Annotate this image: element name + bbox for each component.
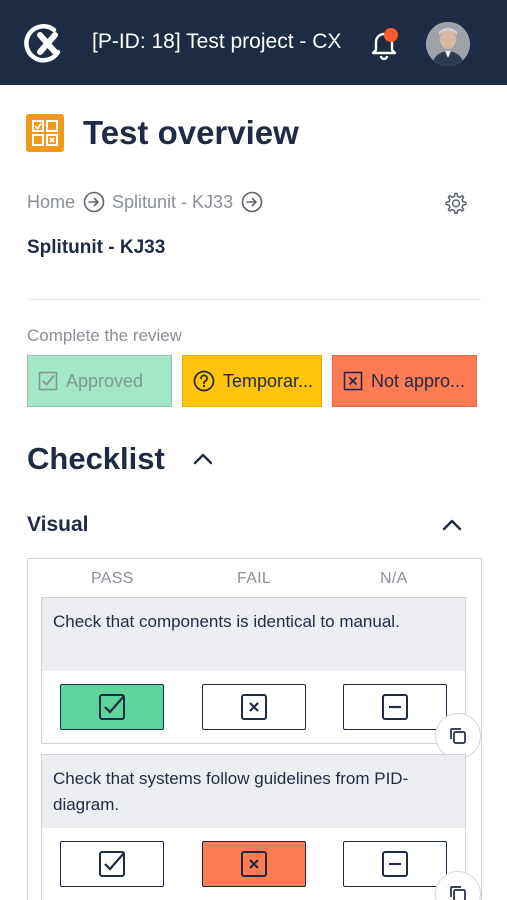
section-title-visual: Visual: [27, 513, 89, 536]
checklist-item: Check that systems follow guidelines fro…: [41, 754, 466, 900]
checklist-item: Check that components is identical to ma…: [41, 597, 466, 744]
notification-badge: [384, 28, 398, 42]
breadcrumb-item-splitunit[interactable]: Splitunit - KJ33: [112, 192, 233, 213]
approved-button[interactable]: Approved: [27, 355, 172, 407]
checkbox-x-icon: [343, 371, 363, 391]
not-approved-button[interactable]: Not appro...: [332, 355, 477, 407]
checklist-question: Check that systems follow guidelines fro…: [42, 755, 465, 828]
arrow-right-circle-icon: [83, 191, 105, 213]
not-approved-label: Not appro...: [371, 370, 466, 391]
copy-icon: [450, 728, 466, 744]
column-header-pass: PASS: [91, 570, 134, 587]
review-label: Complete the review: [27, 326, 182, 345]
breadcrumb: Home Splitunit - KJ33: [27, 190, 270, 214]
checkbox-x-icon: [241, 851, 267, 877]
pass-button[interactable]: [60, 684, 164, 730]
copy-button[interactable]: [435, 713, 481, 759]
pass-button[interactable]: [60, 841, 164, 887]
chevron-up-icon[interactable]: [441, 517, 463, 533]
approved-label: Approved: [66, 370, 144, 391]
top-bar: [P-ID: 18] Test project - CX: [0, 0, 507, 85]
na-button[interactable]: [343, 684, 447, 730]
divider: [27, 299, 481, 300]
checklist-title: Checklist: [27, 441, 165, 476]
temporary-button[interactable]: Temporar...: [182, 355, 322, 407]
breadcrumb-item-home[interactable]: Home: [27, 192, 75, 213]
checklist-question: Check that components is identical to ma…: [42, 598, 465, 671]
checkbox-check-icon: [99, 694, 125, 720]
column-header-fail: FAIL: [237, 570, 272, 587]
gear-icon[interactable]: [443, 191, 467, 215]
chevron-up-icon[interactable]: [192, 451, 214, 467]
na-button[interactable]: [343, 841, 447, 887]
checkbox-minus-icon: [382, 694, 408, 720]
project-title[interactable]: [P-ID: 18] Test project - CX: [92, 30, 341, 54]
copy-icon: [450, 886, 466, 900]
checkbox-x-icon: [241, 694, 267, 720]
checklist-grid-icon: [26, 114, 64, 152]
checkbox-check-icon: [38, 371, 58, 391]
temporary-label: Temporar...: [223, 370, 314, 391]
column-header-na: N/A: [380, 570, 408, 587]
question-circle-icon: [193, 370, 215, 392]
fail-button[interactable]: [202, 841, 306, 887]
arrow-right-circle-icon: [241, 191, 263, 213]
checkbox-check-icon: [99, 851, 125, 877]
avatar[interactable]: [426, 22, 470, 66]
checkbox-minus-icon: [382, 851, 408, 877]
page-title: Test overview: [83, 114, 299, 151]
unit-title: Splitunit - KJ33: [27, 237, 166, 258]
app-logo-icon[interactable]: [24, 22, 66, 64]
fail-button[interactable]: [202, 684, 306, 730]
